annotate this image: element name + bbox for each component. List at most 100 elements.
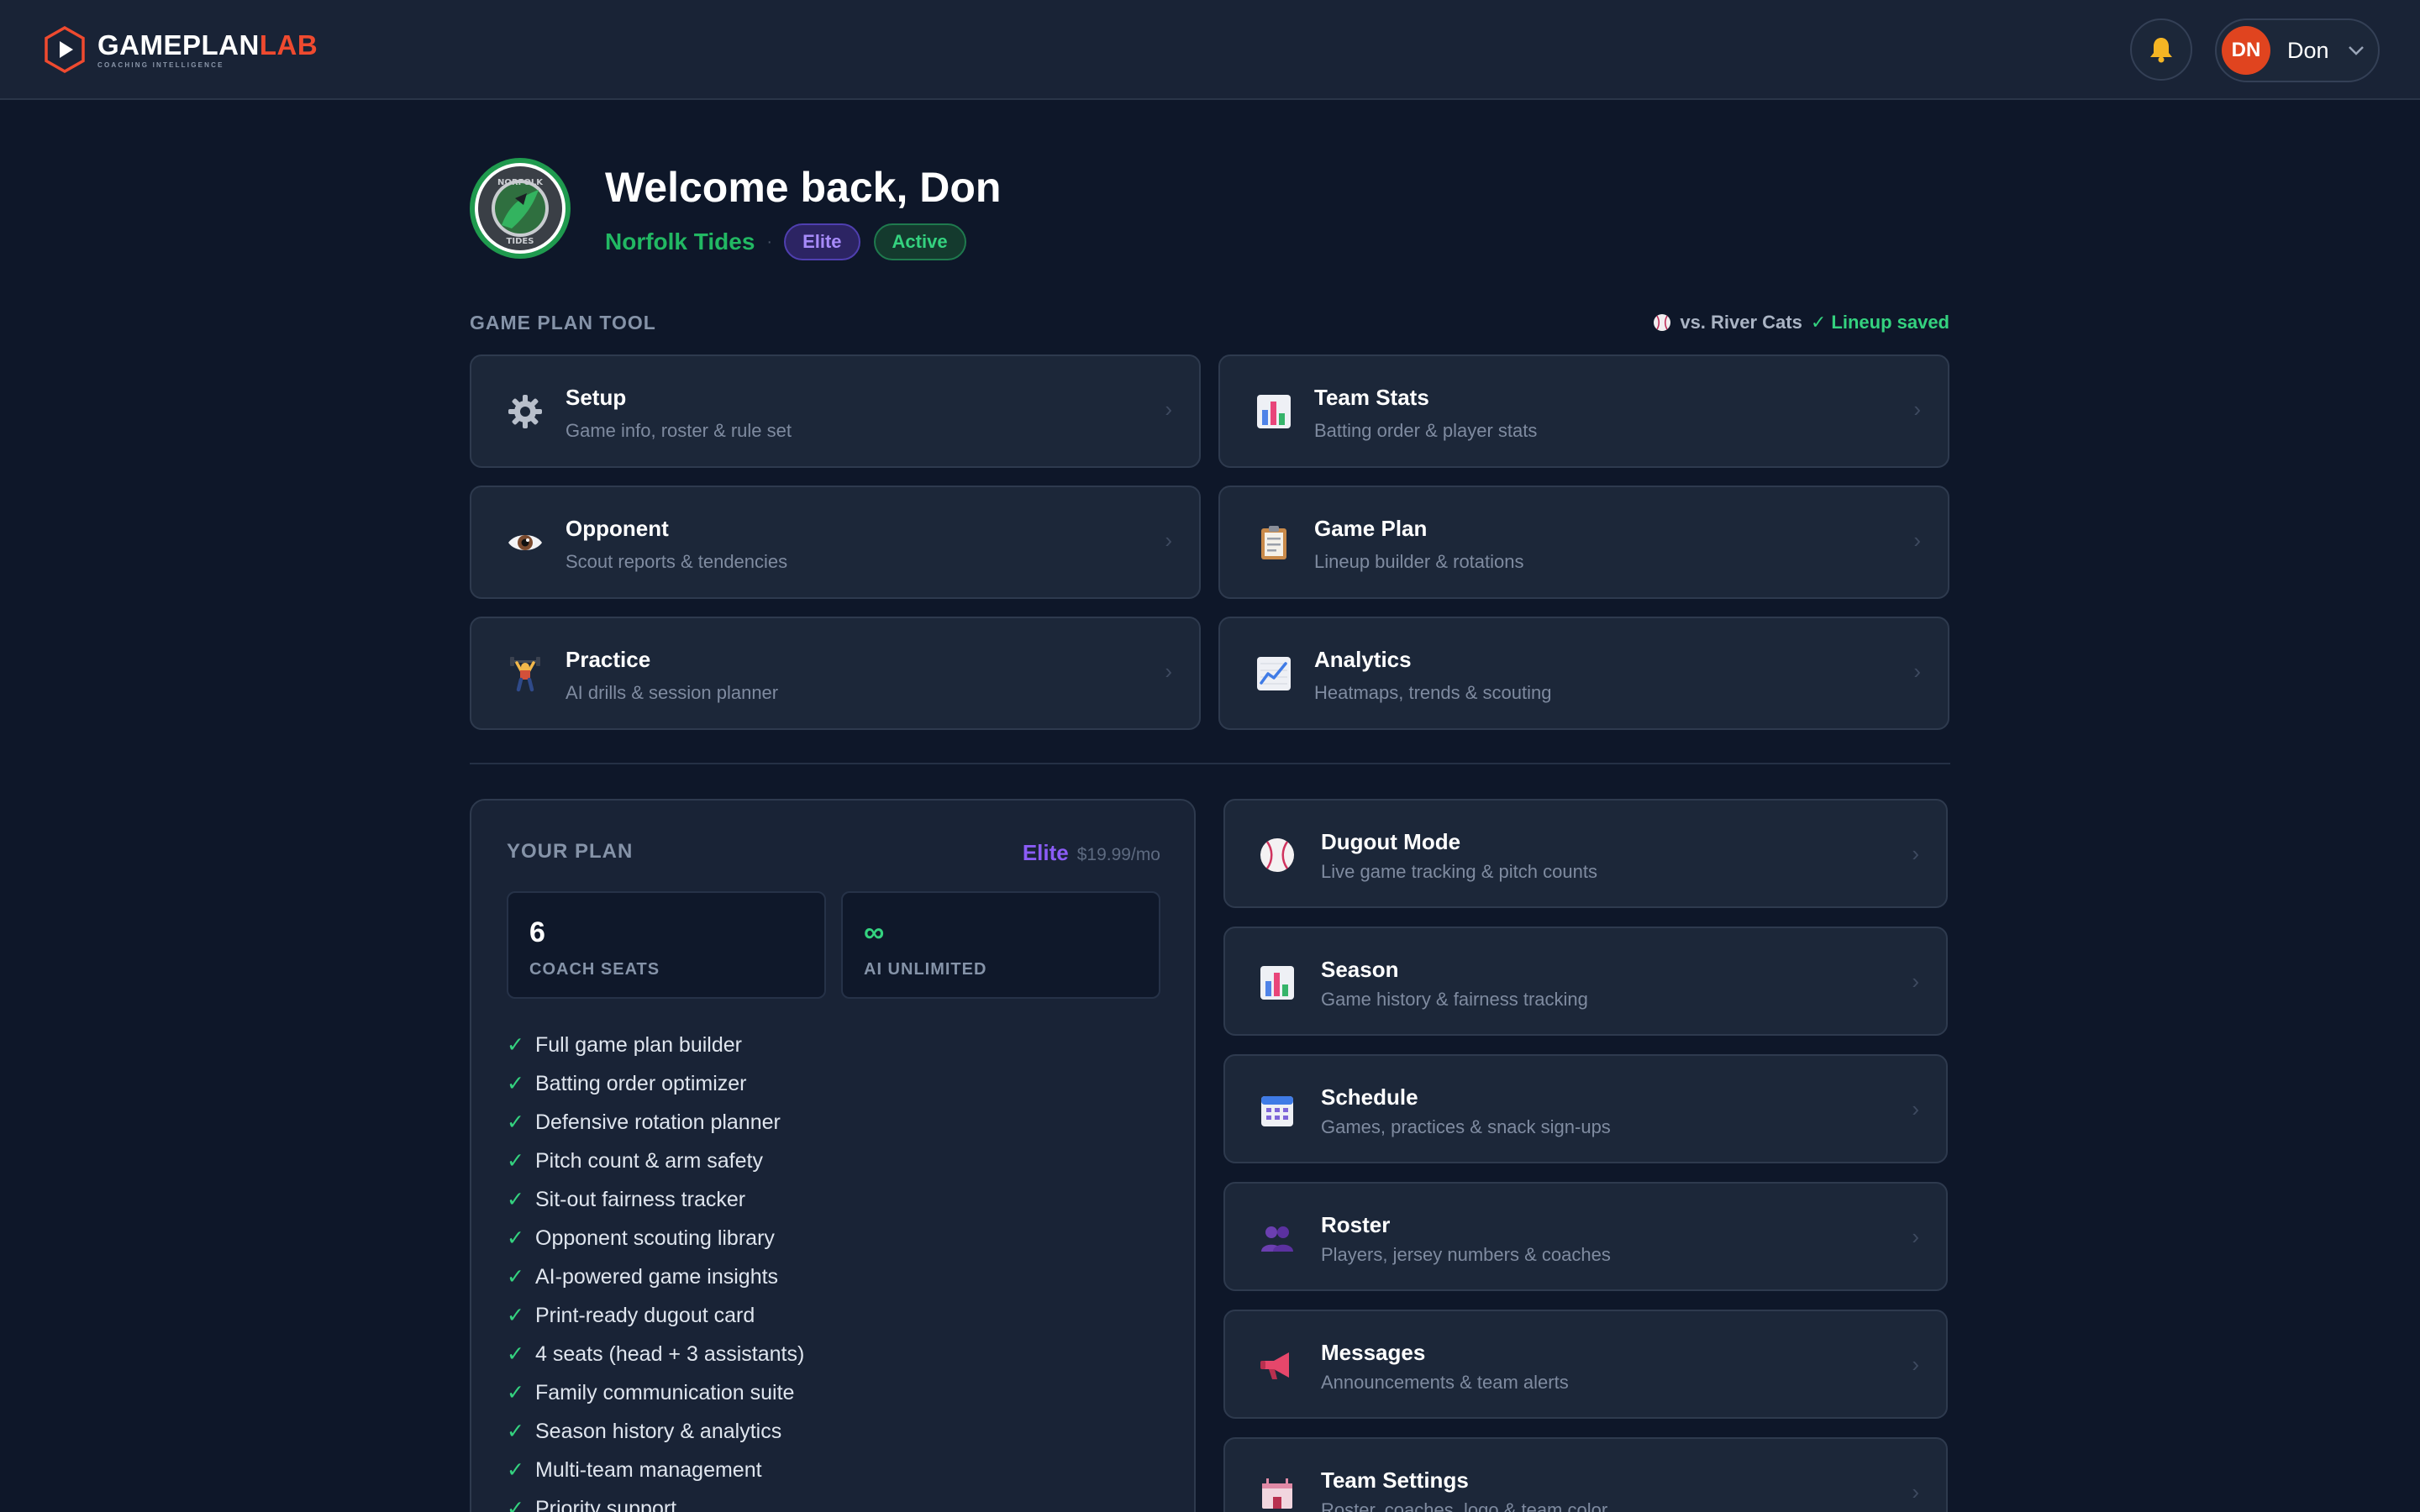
section-divider: [470, 763, 1950, 764]
eye-icon: [505, 522, 545, 563]
tool-card-subtitle: Heatmaps, trends & scouting: [1314, 682, 1552, 703]
tool-card-opponent[interactable]: Opponent Scout reports & tendencies ›: [470, 486, 1201, 599]
stadium-icon: [1257, 1473, 1297, 1512]
check-icon: ✓: [507, 1381, 524, 1404]
tool-card-subtitle: Batting order & player stats: [1314, 420, 1538, 441]
check-icon: ✓: [507, 1304, 524, 1327]
tool-card-team-stats[interactable]: Team Stats Batting order & player stats …: [1218, 354, 1949, 468]
check-icon: ✓: [507, 1033, 524, 1057]
nav-card-title: Season: [1321, 957, 1399, 982]
stat-value: ∞: [864, 916, 885, 948]
nav-card-schedule[interactable]: Schedule Games, practices & snack sign-u…: [1223, 1054, 1948, 1163]
tool-card-title: Setup: [566, 385, 627, 410]
feature-text: Family communication suite: [535, 1380, 795, 1404]
brand-tagline: COACHING INTELLIGENCE: [97, 60, 224, 69]
people-icon: [1257, 1218, 1297, 1258]
stat-value: 6: [529, 916, 545, 948]
feature-item: ✓ Priority support: [507, 1489, 804, 1512]
feature-text: Defensive rotation planner: [535, 1110, 781, 1134]
tool-card-title: Team Stats: [1314, 385, 1429, 410]
feature-list: ✓ Full game plan builder ✓ Batting order o…: [507, 1026, 804, 1512]
nav-card-title: Roster: [1321, 1212, 1391, 1237]
user-menu-button[interactable]: DN Don: [2215, 18, 2380, 82]
tool-card-subtitle: AI drills & session planner: [566, 682, 779, 703]
plan-tier: Elite $19.99/mo: [1023, 840, 1160, 866]
nav-card-subtitle: Game history & fairness tracking: [1321, 989, 1588, 1010]
nav-card-dugout-mode[interactable]: Dugout Mode Live game tracking & pitch c…: [1223, 799, 1948, 908]
notifications-button[interactable]: [2130, 18, 2192, 81]
trend-chart-icon: [1254, 654, 1294, 694]
feature-text: Multi-team management: [535, 1457, 762, 1482]
brand-text: GAMEPLANLAB COACHING INTELLIGENCE: [97, 29, 318, 69]
tool-card-title: Practice: [566, 647, 651, 672]
check-icon: ✓: [507, 1188, 524, 1211]
feature-item: ✓ 4 seats (head + 3 assistants): [507, 1335, 804, 1373]
opponent-label: vs. River Cats: [1680, 312, 1802, 333]
feature-text: Sit-out fairness tracker: [535, 1187, 746, 1211]
chevron-right-icon: ›: [1913, 528, 1921, 553]
stat-label: COACH SEATS: [529, 960, 660, 979]
stat-coach-seats: 6 COACH SEATS: [507, 891, 826, 999]
plan-price: $19.99/mo: [1076, 845, 1160, 864]
separator-dot: ·: [766, 232, 773, 251]
tool-card-subtitle: Game info, roster & rule set: [566, 420, 792, 441]
calendar-icon: [1257, 1090, 1297, 1131]
nav-card-subtitle: Announcements & team alerts: [1321, 1372, 1569, 1393]
feature-text: Batting order optimizer: [535, 1071, 747, 1095]
chevron-right-icon: ›: [1912, 1479, 1919, 1504]
chevron-right-icon: ›: [1912, 969, 1919, 994]
tool-card-subtitle: Scout reports & tendencies: [566, 551, 788, 572]
bell-icon: [2150, 38, 2172, 63]
feature-item: ✓ Print-ready dugout card: [507, 1296, 804, 1335]
feature-item: ✓ Sit-out fairness tracker: [507, 1180, 804, 1219]
chevron-right-icon: ›: [1913, 659, 1921, 684]
nav-card-roster[interactable]: Roster Players, jersey numbers & coaches…: [1223, 1182, 1948, 1291]
tier-badge: Elite: [784, 223, 860, 260]
chevron-right-icon: ›: [1913, 396, 1921, 422]
feature-item: ✓ Defensive rotation planner: [507, 1103, 804, 1142]
chevron-down-icon: [2348, 46, 2364, 55]
avatar: DN: [2222, 26, 2270, 75]
feature-text: Full game plan builder: [535, 1032, 742, 1057]
feature-item: ✓ Season history & analytics: [507, 1412, 804, 1451]
baseball-icon: [1257, 835, 1297, 875]
user-name: Don: [2287, 37, 2329, 63]
brand-name-part2: LAB: [259, 29, 318, 60]
tool-card-setup[interactable]: Setup Game info, roster & rule set ›: [470, 354, 1201, 468]
check-icon: ✓: [507, 1265, 524, 1289]
chevron-right-icon: ›: [1912, 841, 1919, 866]
feature-text: Season history & analytics: [535, 1419, 782, 1443]
chevron-right-icon: ›: [1912, 1352, 1919, 1377]
nav-card-season[interactable]: Season Game history & fairness tracking …: [1223, 927, 1948, 1036]
play-hexagon-icon: [45, 25, 85, 74]
tool-card-game-plan[interactable]: Game Plan Lineup builder & rotations ›: [1218, 486, 1949, 599]
tool-card-practice[interactable]: Practice AI drills & session planner ›: [470, 617, 1201, 730]
nav-card-subtitle: Players, jersey numbers & coaches: [1321, 1244, 1611, 1265]
bar-chart-icon: [1254, 391, 1294, 432]
check-icon: ✓: [507, 1458, 524, 1482]
tool-card-subtitle: Lineup builder & rotations: [1314, 551, 1524, 572]
chevron-right-icon: ›: [1165, 528, 1172, 553]
feature-text: Print-ready dugout card: [535, 1303, 755, 1327]
lineup-saved-label: ✓ Lineup saved: [1810, 312, 1949, 333]
check-icon: ✓: [507, 1342, 524, 1366]
nav-card-messages[interactable]: Messages Announcements & team alerts ›: [1223, 1310, 1948, 1419]
feature-item: ✓ Multi-team management: [507, 1451, 804, 1489]
plan-label: YOUR PLAN: [507, 840, 634, 863]
lineup-status: vs. River Cats ✓ Lineup saved: [1653, 312, 1949, 333]
feature-text: Priority support: [535, 1496, 677, 1512]
baseball-icon: [1654, 314, 1671, 331]
svg-text:NORFOLK: NORFOLK: [497, 178, 544, 187]
check-icon: ✓: [507, 1072, 524, 1095]
nav-card-subtitle: Live game tracking & pitch counts: [1321, 861, 1597, 882]
nav-card-team-settings[interactable]: Team Settings Roster, coaches, logo & te…: [1223, 1437, 1948, 1512]
team-info: Norfolk Tides · Elite Active: [605, 223, 966, 260]
weightlifter-icon: [505, 654, 545, 694]
tool-card-analytics[interactable]: Analytics Heatmaps, trends & scouting ›: [1218, 617, 1949, 730]
chevron-right-icon: ›: [1912, 1096, 1919, 1121]
megaphone-icon: [1257, 1346, 1297, 1386]
nav-card-subtitle: Roster, coaches, logo & team color: [1321, 1499, 1608, 1512]
clipboard-icon: [1254, 522, 1294, 563]
brand-logo[interactable]: GAMEPLANLAB COACHING INTELLIGENCE: [44, 25, 318, 74]
tool-card-title: Game Plan: [1314, 516, 1428, 541]
